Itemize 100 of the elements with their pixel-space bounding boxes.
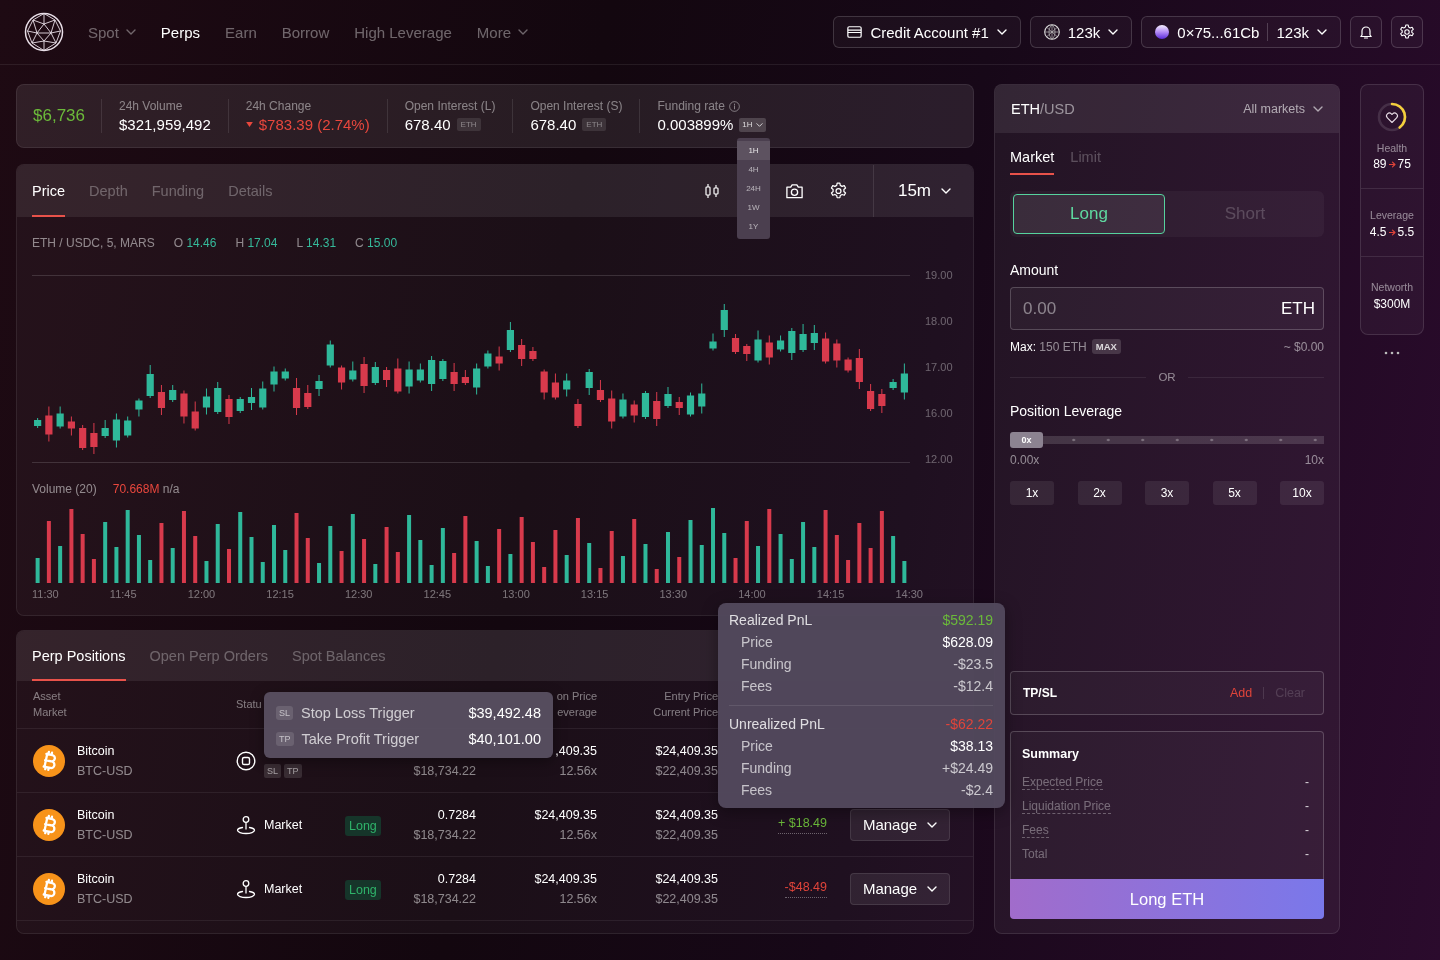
leverage-preset-button[interactable]: 5x — [1212, 481, 1257, 505]
all-markets-dropdown[interactable]: All markets — [1243, 102, 1323, 116]
interval-dropdown[interactable]: 1H — [739, 117, 766, 132]
or-separator-label: OR — [1158, 371, 1176, 383]
chart-legend-symbol: ETH / USDC, 5, MARS — [32, 236, 155, 250]
slider-max-label: 10x — [1304, 453, 1324, 467]
amount-field[interactable]: 0.00 ETH — [1010, 287, 1324, 330]
nav-link[interactable]: More — [476, 23, 528, 41]
interval-option[interactable]: 1Y — [737, 217, 770, 236]
info-icon[interactable] — [728, 100, 740, 112]
axis-label: 12:30 — [344, 588, 373, 600]
nav-link[interactable]: Borrow — [281, 23, 330, 41]
metric-value: 75 — [1397, 157, 1411, 171]
axis-label: 14:15 — [816, 588, 845, 600]
pnl-value[interactable]: -$48.49 — [784, 879, 827, 898]
add-link[interactable]: Add — [1229, 686, 1253, 700]
current-price: $22,409.35 — [655, 827, 718, 842]
liquidation-price: $24,409.35 — [534, 807, 597, 822]
nav-link[interactable]: Earn — [225, 23, 257, 41]
axis-label: 13:30 — [659, 588, 688, 600]
metric-value: 5.5 — [1397, 225, 1415, 239]
nav-link[interactable]: High Leverage — [354, 23, 452, 41]
position-value: $18,734.22 — [413, 763, 476, 778]
ohlc-value: H 17.04 — [235, 236, 278, 250]
metric-label: Health — [1376, 142, 1408, 154]
trigger-tag: SL — [264, 763, 281, 778]
pnl-item-label: Fees — [741, 782, 773, 798]
more-icon[interactable] — [1384, 351, 1400, 355]
column-header: everage — [557, 706, 597, 719]
bell-icon — [1358, 24, 1374, 40]
asset-name: Bitcoin — [77, 807, 116, 822]
ohlc-value: L 14.31 — [296, 236, 337, 250]
summary-label[interactable]: Liquidation Price — [1022, 798, 1111, 814]
axis-label: 19.00 — [925, 268, 953, 282]
market-price: $6,736 — [33, 106, 86, 126]
summary-label[interactable]: Fees — [1022, 822, 1049, 838]
bitcoin-icon — [33, 872, 65, 905]
notifications-button[interactable] — [1350, 16, 1382, 48]
interval-option[interactable]: 4H — [737, 160, 770, 179]
interval-option[interactable]: 24H — [737, 179, 770, 198]
nav-link[interactable]: Perps — [160, 23, 201, 41]
interval-option[interactable]: 1W — [737, 198, 770, 217]
stat-value: 678.40 — [404, 116, 451, 133]
interval-option[interactable]: 1H — [737, 141, 770, 160]
leverage-preset-button[interactable]: 1x — [1010, 481, 1054, 505]
status-label: Market — [264, 881, 303, 896]
leverage-value: 12.56x — [559, 763, 597, 778]
logo-icon[interactable] — [24, 12, 64, 52]
amount-label: Amount — [1010, 261, 1060, 279]
order-type-tab[interactable]: Market — [1010, 149, 1055, 175]
credit-account-button[interactable]: Credit Account #1 — [833, 16, 1021, 48]
leverage-preset-button[interactable]: 10x — [1280, 481, 1324, 505]
stat-label: Open Interest (L) — [404, 99, 496, 113]
positions-tab[interactable]: Open Perp Orders — [149, 631, 268, 681]
chart-tab[interactable]: Funding — [151, 165, 205, 217]
camera-icon[interactable] — [784, 182, 804, 200]
bitcoin-icon — [33, 744, 65, 777]
pnl-item-value: -$2.4 — [961, 782, 993, 798]
axis-label: 16.00 — [925, 406, 953, 420]
amount-input[interactable]: 0.00 — [1023, 296, 1273, 321]
chart-tab[interactable]: Details — [228, 165, 273, 217]
submit-order-button[interactable]: Long ETH — [1010, 879, 1324, 919]
leverage-slider[interactable]: 0x — [1010, 432, 1324, 448]
positions-tab[interactable]: Perp Positions — [32, 631, 126, 681]
stat-value: 0.003899% — [657, 116, 734, 133]
pnl-item-value: -$12.4 — [953, 678, 993, 694]
entry-price: $24,409.35 — [655, 743, 718, 758]
balance-button[interactable]: 123k — [1029, 16, 1133, 48]
pin-icon — [236, 878, 256, 899]
manage-button[interactable]: Manage — [850, 872, 950, 905]
summary-label[interactable]: Expected Price — [1022, 774, 1103, 790]
pin-icon — [236, 814, 256, 835]
arrow-right-icon — [1388, 160, 1396, 168]
settings-button[interactable] — [1391, 16, 1423, 48]
health-gauge-icon — [1376, 101, 1408, 133]
slider-thumb[interactable]: 0x — [1010, 432, 1043, 448]
column-header: Statu — [236, 698, 263, 711]
settings-icon[interactable] — [828, 182, 848, 200]
column-header: Entry Price — [664, 690, 718, 703]
pnl-item-value: $38.13 — [950, 738, 993, 754]
max-button[interactable]: MAX — [1091, 339, 1121, 354]
leverage-value: 12.56x — [559, 827, 597, 842]
wallet-button[interactable]: 0×75...61Cb 123k — [1141, 16, 1341, 48]
timeframe-dropdown[interactable]: 15m — [872, 165, 973, 217]
side-button[interactable]: Long — [1013, 194, 1165, 234]
chevron-down-icon — [927, 885, 938, 892]
leverage-preset-button[interactable]: 2x — [1077, 481, 1122, 505]
pnl-value[interactable]: + $18.49 — [778, 815, 827, 834]
pnl-item-label: Price — [741, 634, 773, 650]
pnl-item-label: Funding — [741, 760, 792, 776]
nav-link[interactable]: Spot — [88, 23, 136, 41]
axis-label: 18.00 — [925, 314, 953, 328]
pnl-item-value: $628.09 — [942, 634, 993, 650]
manage-button[interactable]: Manage — [850, 808, 950, 841]
chart-tab[interactable]: Depth — [89, 165, 128, 217]
candlestick-icon[interactable] — [704, 183, 719, 199]
chart-tab[interactable]: Price — [32, 165, 66, 217]
leverage-preset-button[interactable]: 3x — [1145, 481, 1189, 505]
positions-tab[interactable]: Spot Balances — [292, 631, 386, 681]
metric-value: 89 — [1373, 157, 1387, 171]
